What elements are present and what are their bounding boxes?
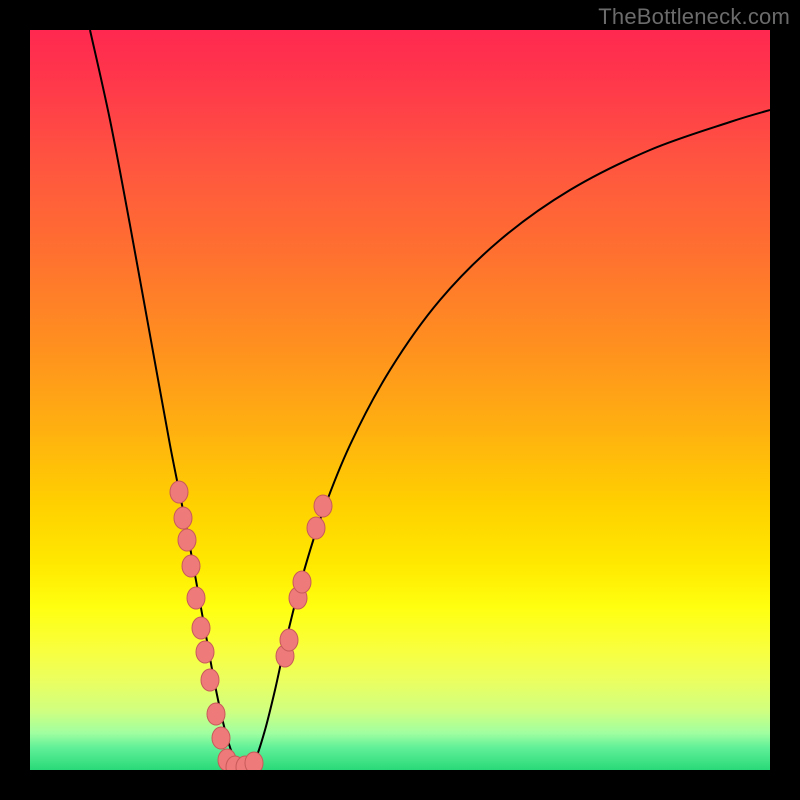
marker-dot bbox=[293, 571, 311, 593]
marker-dot bbox=[245, 752, 263, 770]
marker-dot bbox=[192, 617, 210, 639]
marker-dot bbox=[187, 587, 205, 609]
marker-dot bbox=[307, 517, 325, 539]
bottleneck-curve bbox=[90, 30, 770, 768]
marker-dot bbox=[201, 669, 219, 691]
marker-dot bbox=[196, 641, 214, 663]
watermark-text: TheBottleneck.com bbox=[598, 4, 790, 30]
marker-dot bbox=[212, 727, 230, 749]
marker-dot bbox=[174, 507, 192, 529]
plot-area bbox=[30, 30, 770, 770]
marker-dot bbox=[170, 481, 188, 503]
marker-dot bbox=[178, 529, 196, 551]
figure-root: TheBottleneck.com bbox=[0, 0, 800, 800]
marker-group bbox=[170, 481, 332, 770]
marker-dot bbox=[280, 629, 298, 651]
marker-dot bbox=[182, 555, 200, 577]
marker-dot bbox=[207, 703, 225, 725]
curve-group bbox=[90, 30, 770, 768]
curve-svg bbox=[30, 30, 770, 770]
marker-dot bbox=[314, 495, 332, 517]
